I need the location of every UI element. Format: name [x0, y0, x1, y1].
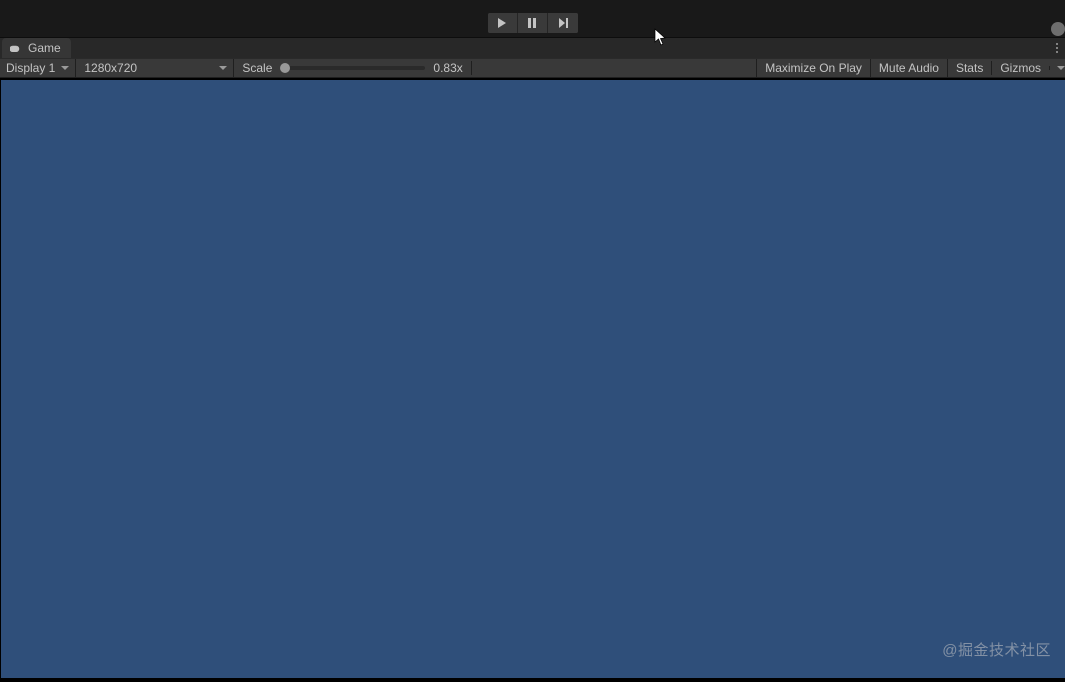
- play-icon: [496, 17, 508, 29]
- play-button[interactable]: [488, 13, 518, 33]
- tab-game[interactable]: Game: [2, 38, 71, 58]
- slider-thumb-icon[interactable]: [280, 63, 290, 73]
- dropdown-arrow-icon: [61, 66, 69, 70]
- dropdown-arrow-icon: [219, 66, 227, 70]
- step-icon: [557, 17, 569, 29]
- mute-label: Mute Audio: [879, 61, 939, 75]
- gizmos-dropdown[interactable]: [1049, 66, 1065, 70]
- tab-context-menu[interactable]: [1053, 40, 1061, 56]
- game-viewport-container: [0, 78, 1065, 682]
- resolution-label: 1280x720: [84, 61, 137, 75]
- toolbar-right-indicator: [1051, 22, 1065, 36]
- tab-bar: Game: [0, 38, 1065, 58]
- gizmos-label: Gizmos: [1000, 61, 1041, 75]
- watermark-text: @掘金技术社区: [942, 639, 1051, 660]
- tab-label: Game: [28, 41, 61, 55]
- game-view-control-bar: Display 1 1280x720 Scale 0.83x Maximize …: [0, 58, 1065, 78]
- stats-toggle[interactable]: Stats: [947, 59, 991, 77]
- maximize-on-play-toggle[interactable]: Maximize On Play: [756, 59, 870, 77]
- dropdown-arrow-icon: [1057, 66, 1065, 70]
- scale-slider[interactable]: [280, 66, 425, 70]
- pause-button[interactable]: [518, 13, 548, 33]
- display-dropdown[interactable]: Display 1: [0, 59, 76, 77]
- step-button[interactable]: [548, 13, 578, 33]
- gizmos-toggle[interactable]: Gizmos: [992, 61, 1049, 75]
- scale-control: Scale 0.83x: [234, 61, 471, 75]
- scale-label: Scale: [242, 61, 272, 75]
- play-controls: [488, 13, 578, 33]
- gizmos-group: Gizmos: [991, 61, 1065, 75]
- game-view-icon: [10, 43, 24, 53]
- game-render-output[interactable]: [1, 80, 1065, 678]
- editor-top-toolbar: [0, 0, 1065, 38]
- pause-icon: [526, 17, 538, 29]
- resolution-dropdown[interactable]: 1280x720: [76, 59, 234, 77]
- display-label: Display 1: [6, 61, 55, 75]
- mute-audio-toggle[interactable]: Mute Audio: [870, 59, 947, 77]
- maximize-label: Maximize On Play: [765, 61, 862, 75]
- stats-label: Stats: [956, 61, 983, 75]
- scale-value: 0.83x: [433, 61, 462, 75]
